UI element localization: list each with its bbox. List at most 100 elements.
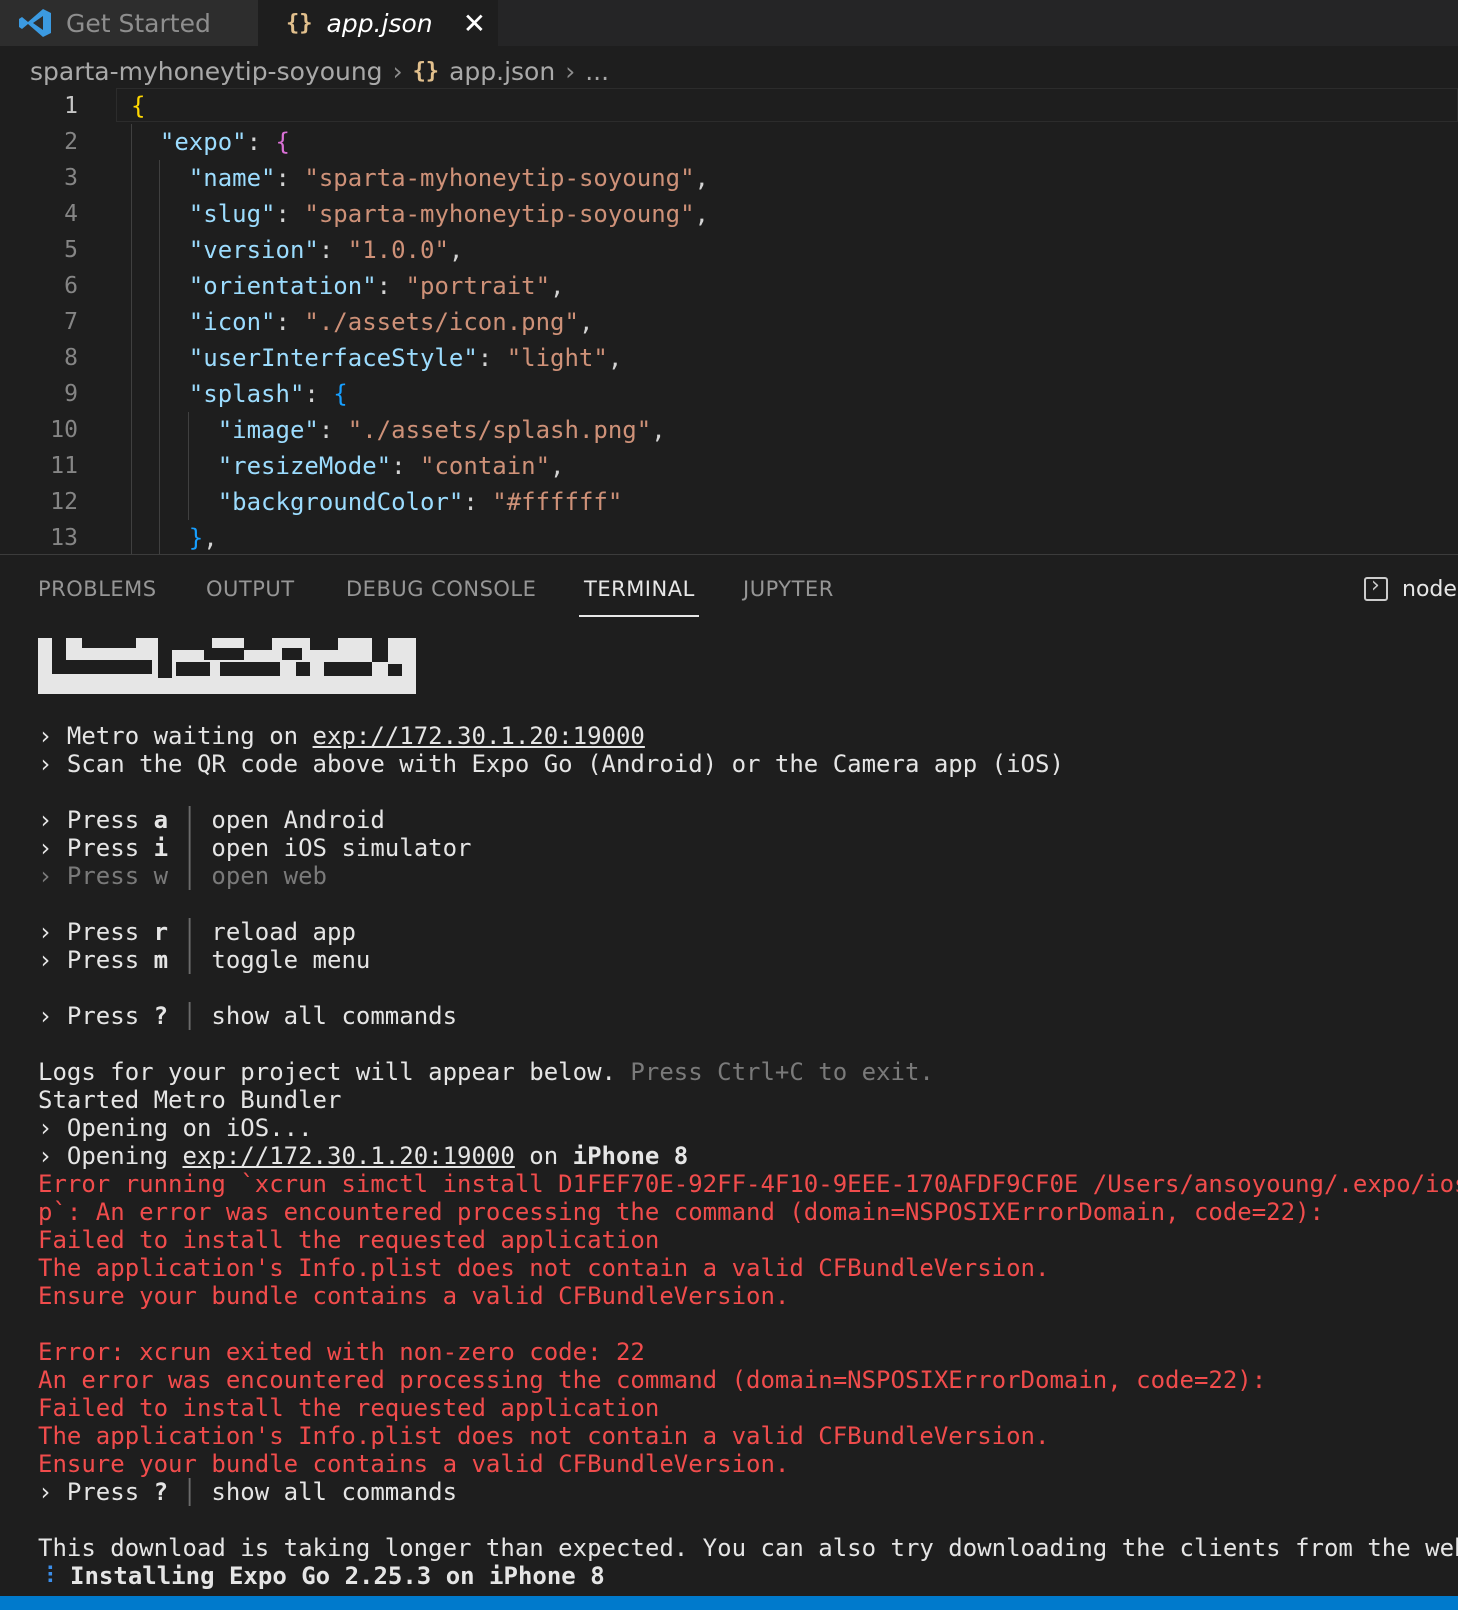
terminal-icon[interactable] [1364,573,1388,601]
tab-label: Get Started [66,8,211,38]
line-number: 3 [64,165,78,191]
terminal-line: ⠸ Installing Expo Go 2.25.3 on iPhone 8 [38,1562,605,1590]
code-line: "expo": { [159,128,290,156]
tab-label: app.json [326,8,433,38]
terminal-line: › Press m │ toggle menu [38,946,371,974]
status-bar [0,1596,1458,1610]
line-number: 5 [64,237,78,263]
qr-code [38,638,416,694]
code-line: "orientation": "portrait", [188,272,565,300]
breadcrumb-file[interactable]: app.json [449,57,555,86]
json-key: "orientation" [188,272,377,300]
code-line: "version": "1.0.0", [188,236,464,264]
code-line: "name": "sparta-myhoneytip-soyoung", [188,164,709,192]
json-string: "contain" [420,452,551,480]
json-key: "slug" [188,200,276,228]
terminal-line: This download is taking longer than expe… [38,1534,1458,1562]
spinner-icon: ⠸ [38,1562,56,1590]
code-line: "splash": { [188,380,348,408]
tab-debug-console[interactable]: DEBUG CONSOLE [346,577,536,601]
error-line: Ensure your bundle contains a valid CFBu… [38,1450,790,1478]
json-string: "sparta-myhoneytip-soyoung" [304,200,695,228]
json-string: "sparta-myhoneytip-soyoung" [304,164,695,192]
tab-app-json[interactable]: {} app.json ✕ [258,0,498,46]
terminal-line: › Opening exp://172.30.1.20:19000 on iPh… [38,1142,689,1170]
json-string: "#ffffff" [492,488,623,516]
json-braces-icon: {} [286,10,313,36]
error-line: Ensure your bundle contains a valid CFBu… [38,1282,790,1310]
line-number: 2 [64,129,78,155]
metro-url-link[interactable]: exp://172.30.1.20:19000 [313,722,645,750]
error-line: Error running `xcrun simctl install D1FE… [38,1170,1458,1198]
line-number: 9 [64,381,78,407]
terminal-line: Started Metro Bundler [38,1086,342,1114]
terminal-line: Logs for your project will appear below.… [38,1058,934,1086]
line-number: 11 [50,453,78,479]
line-number: 13 [50,525,78,551]
panel-tab-bar: PROBLEMS OUTPUT DEBUG CONSOLE TERMINAL J… [0,555,1458,621]
json-braces-icon: {} [412,58,440,84]
chevron-right-icon: › [565,56,576,86]
code-line: "resizeMode": "contain", [217,452,565,480]
opening-url-link[interactable]: exp://172.30.1.20:19000 [183,1142,515,1170]
code-line: "icon": "./assets/icon.png", [188,308,594,336]
terminal-output[interactable]: › Metro waiting on exp://172.30.1.20:190… [38,722,1458,1590]
tab-get-started[interactable]: Get Started [0,0,258,46]
vscode-logo-icon [19,9,51,37]
code-line: "userInterfaceStyle": "light", [188,344,623,372]
json-key: "backgroundColor" [217,488,464,516]
line-number: 4 [64,201,78,227]
terminal-line: › Metro waiting on exp://172.30.1.20:190… [38,722,645,750]
breadcrumb: sparta-myhoneytip-soyoung › {} app.json … [30,51,609,91]
line-number: 8 [64,345,78,371]
json-string: "./assets/icon.png" [304,308,579,336]
tab-output[interactable]: OUTPUT [206,577,295,601]
error-line: The application's Info.plist does not co… [38,1254,1050,1282]
json-key: "name" [188,164,276,192]
error-line: Failed to install the requested applicat… [38,1394,660,1422]
error-line: Error: xcrun exited with non-zero code: … [38,1338,645,1366]
code-line: }, [188,524,218,552]
json-key: "splash" [188,380,305,408]
breadcrumb-more[interactable]: ... [585,57,609,86]
json-key: "expo" [159,128,247,156]
terminal-line: › Press i │ open iOS simulator [38,834,472,862]
code-lines: { "expo": { "name": "sparta-myhoneytip-s… [131,88,1451,554]
line-number: 10 [50,417,78,443]
json-key: "userInterfaceStyle" [188,344,478,372]
line-number-gutter: 1 2 3 4 5 6 7 8 9 10 11 12 13 [0,88,78,554]
json-key: "image" [217,416,319,444]
error-line: p`: An error was encountered processing … [38,1198,1324,1226]
code-line: "slug": "sparta-myhoneytip-soyoung", [188,200,709,228]
terminal-line: › Press r │ reload app [38,918,356,946]
editor-tab-bar: Get Started {} app.json ✕ [0,0,1458,46]
terminal-line: › Press a │ open Android [38,806,385,834]
json-key: "icon" [188,308,276,336]
json-key: "version" [188,236,319,264]
json-string: "light" [506,344,608,372]
terminal-line: › Opening on iOS... [38,1114,313,1142]
code-line: "image": "./assets/splash.png", [217,416,666,444]
code-line: "backgroundColor": "#ffffff" [217,488,623,516]
code-line: { [131,92,146,120]
tab-jupyter[interactable]: JUPYTER [743,577,834,601]
json-key: "resizeMode" [217,452,392,480]
json-string: "./assets/splash.png" [347,416,652,444]
tab-terminal[interactable]: TERMINAL [584,577,695,601]
code-editor[interactable]: 1 2 3 4 5 6 7 8 9 10 11 12 13 { "expo": … [0,88,1458,554]
terminal-line: › Press ? │ show all commands [38,1478,458,1506]
breadcrumb-folder[interactable]: sparta-myhoneytip-soyoung [30,57,383,86]
terminal-name[interactable]: node [1402,577,1457,602]
terminal-line: › Press ? │ show all commands [38,1002,458,1030]
error-line: An error was encountered processing the … [38,1366,1267,1394]
chevron-right-icon: › [392,56,403,86]
line-number: 7 [64,309,78,335]
error-line: The application's Info.plist does not co… [38,1422,1050,1450]
json-string: "1.0.0" [347,236,449,264]
active-tab-underline [579,615,699,617]
tab-problems[interactable]: PROBLEMS [38,577,157,601]
line-number: 12 [50,489,78,515]
close-icon[interactable]: ✕ [463,7,486,40]
line-number: 6 [64,273,78,299]
json-string: "portrait" [405,272,551,300]
